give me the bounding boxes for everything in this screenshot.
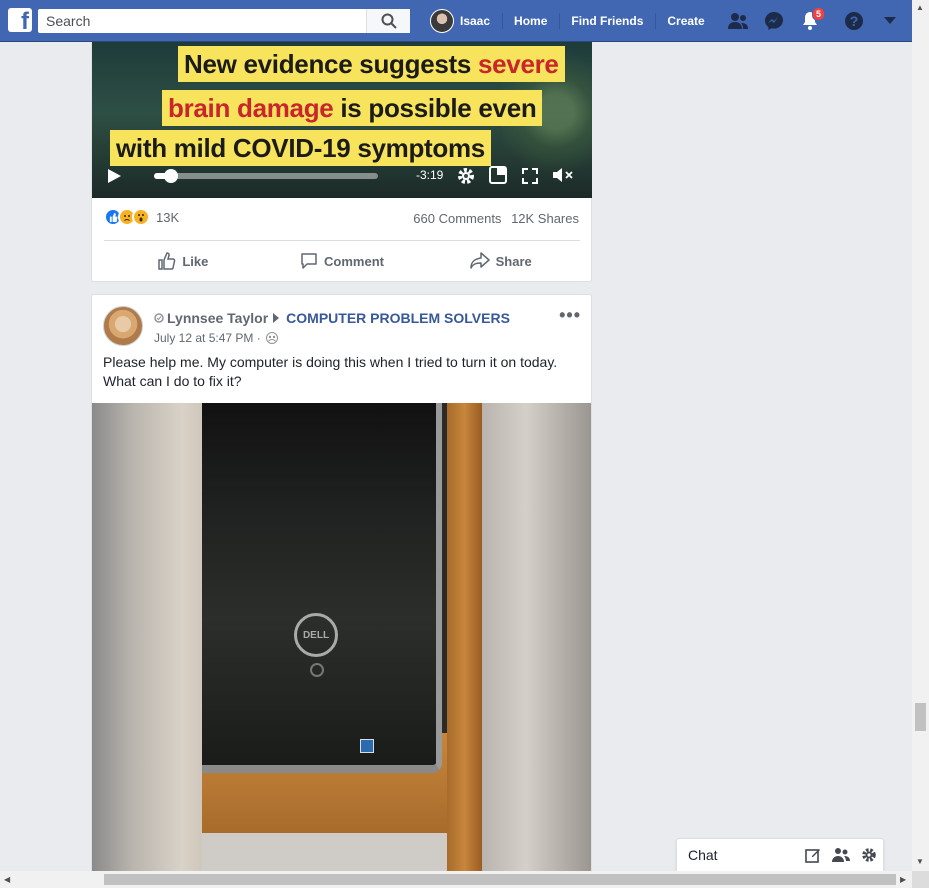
horizontal-scrollbar[interactable]: ◀ ▶ [0,871,912,888]
group-post-card: Lynnsee Taylor COMPUTER PROBLEM SOLVERS … [91,294,592,884]
messenger-button[interactable] [756,0,792,42]
scrollbar-corner [912,871,929,888]
scroll-up-icon[interactable]: ▲ [916,3,924,12]
nav-create[interactable]: Create [655,0,716,42]
dell-logo: DELL [294,613,338,657]
top-navigation-bar: f Isaac Home Find Friends Create 5 ? [0,0,912,42]
chat-label: Chat [688,847,718,863]
headline-line-2: brain damage is possible even [162,90,543,126]
shares-count[interactable]: 12K Shares [511,211,579,226]
comments-count[interactable]: 660 Comments [413,211,501,226]
share-arrow-icon [469,252,490,269]
facebook-logo[interactable]: f [8,8,32,32]
author-avatar[interactable] [103,306,143,346]
post-text: Please help me. My computer is doing thi… [103,354,558,389]
play-icon[interactable] [106,168,122,184]
notification-badge: 5 [812,7,826,21]
power-button-icon [310,663,324,677]
new-message-button[interactable] [799,847,827,863]
notifications-button[interactable]: 5 [792,0,828,42]
help-icon: ? [845,12,863,30]
video-progress-bar[interactable] [154,169,378,183]
video-player[interactable]: New evidence suggests severe brain damag… [92,42,592,198]
account-menu-button[interactable] [872,0,908,42]
triangle-right-icon [273,313,280,323]
divider [104,240,580,241]
progress-knob[interactable] [164,169,179,183]
vertical-scrollbar[interactable]: ▲ ▼ [912,0,929,871]
post-meta: July 12 at 5:47 PM · [154,331,279,345]
engagement-counts: 660 Comments 12K Shares [413,211,579,226]
chat-bar[interactable]: Chat [676,838,884,872]
video-post-card: New evidence suggests severe brain damag… [91,42,592,282]
post-options-button[interactable]: ••• [559,305,581,326]
nav-icons: 5 ? [720,0,908,42]
scrollbar-thumb[interactable] [104,874,896,885]
scrollbar-thumb[interactable] [915,703,926,731]
share-label: Share [495,253,532,269]
like-label: Like [182,253,209,269]
comment-label: Comment [324,253,384,269]
main-nav: Isaac Home Find Friends Create [418,0,717,42]
messenger-icon [765,12,783,30]
picture-in-picture-icon[interactable] [489,166,507,184]
gear-icon [862,848,876,862]
search-bar [38,9,410,33]
chat-settings-button[interactable] [855,847,883,863]
author-name[interactable]: Lynnsee Taylor [167,310,268,326]
post-timestamp[interactable]: July 12 at 5:47 PM · [154,331,261,345]
search-input[interactable] [38,9,366,33]
group-audience-icon [265,332,278,344]
scroll-left-icon[interactable]: ◀ [4,875,10,884]
nav-find-friends[interactable]: Find Friends [559,0,655,42]
friends-icon [728,13,748,29]
help-button[interactable]: ? [836,0,872,42]
time-remaining: -3:19 [416,168,444,182]
comment-icon [301,253,317,269]
compose-icon [805,849,820,863]
muted-volume-icon[interactable] [552,166,574,184]
reactions-summary[interactable]: 13K [104,208,179,226]
reaction-count[interactable]: 13K [156,210,179,225]
fullscreen-icon[interactable] [522,168,538,184]
search-button[interactable] [366,9,410,33]
scroll-down-icon[interactable]: ▼ [916,857,924,866]
profile-link[interactable]: Isaac [418,0,502,42]
user-name: Isaac [460,14,491,28]
scroll-right-icon[interactable]: ▶ [900,875,906,884]
group-name-link[interactable]: COMPUTER PROBLEM SOLVERS [286,310,510,326]
friend-requests-button[interactable] [720,0,756,42]
desk-side [447,403,482,883]
headline-line-3: with mild COVID-19 symptoms [110,130,491,166]
thumbs-up-icon [158,252,176,270]
like-button[interactable]: Like [104,245,263,277]
post-header: Lynnsee Taylor COMPUTER PROBLEM SOLVERS [154,310,510,326]
caret-down-icon [884,17,896,24]
post-actions: Like Comment Share [104,245,580,277]
group-people-icon [832,848,850,862]
post-video-thumbnail[interactable]: DELL [92,403,591,883]
sticker [360,739,374,753]
share-button[interactable]: Share [421,245,580,277]
headline-line-1: New evidence suggests severe [178,46,565,82]
svg-text:?: ? [850,13,859,29]
nav-home[interactable]: Home [502,0,559,42]
new-group-button[interactable] [827,847,855,863]
avatar [430,9,454,33]
settings-gear-icon[interactable] [456,166,476,186]
member-badge-icon [154,313,164,323]
computer-tower: DELL [202,403,442,773]
blurred-edge [482,403,591,883]
search-icon [381,13,397,29]
wow-reaction-icon [132,208,150,226]
comment-button[interactable]: Comment [263,245,422,277]
